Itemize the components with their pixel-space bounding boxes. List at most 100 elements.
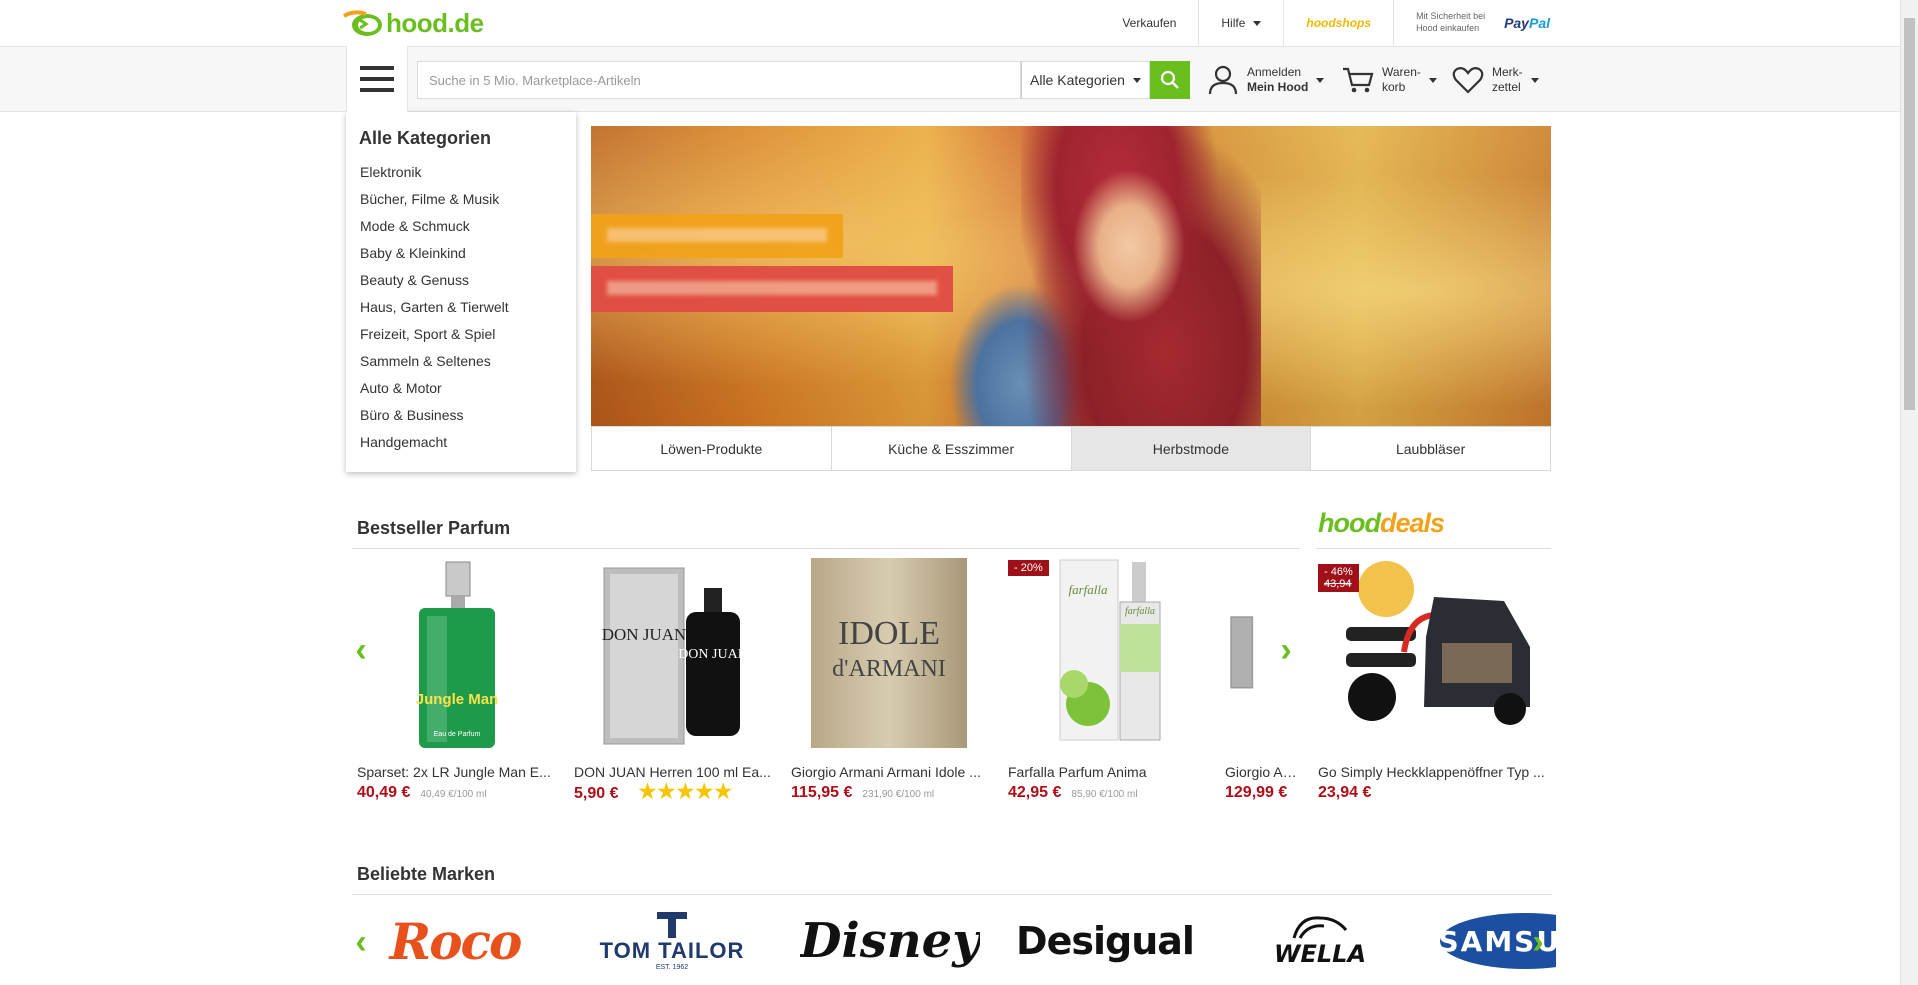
product-image-link[interactable]: DON JUAN DON JUAN	[574, 554, 774, 750]
svg-text:farfalla: farfalla	[1125, 606, 1155, 617]
category-item[interactable]: Bücher, Filme & Musik	[359, 186, 563, 213]
page-scrollbar[interactable]	[1900, 0, 1918, 985]
rating-stars-icon: ★★★★★	[638, 781, 734, 803]
product-image: farfalla farfalla	[1059, 559, 1161, 741]
account-menu[interactable]: Anmelden Mein Hood	[1207, 61, 1325, 99]
unit-price: 231,90 €/100 ml	[862, 789, 935, 800]
product-card[interactable]: - 20% farfalla farfalla Farfalla Parfum …	[1008, 554, 1208, 802]
category-item[interactable]: Haus, Garten & Tierwelt	[359, 294, 563, 321]
chevron-down-icon	[1428, 77, 1437, 83]
category-item[interactable]: Elektronik	[359, 159, 563, 186]
product-image-link[interactable]: IDOLE d'ARMANI	[791, 554, 991, 750]
product-price: 115,95 €231,90 €/100 ml	[791, 784, 935, 801]
hero-tab[interactable]: Küche & Esszimmer	[830, 427, 1071, 470]
hero-tagline-secondary	[591, 266, 953, 312]
brand-disney[interactable]: Disney	[800, 900, 980, 982]
product-card[interactable]: IDOLE d'ARMANI Giorgio Armani Armani Ido…	[791, 554, 991, 802]
chevron-down-icon	[1316, 77, 1325, 83]
svg-text:farfalla: farfalla	[1068, 582, 1108, 597]
brand-wella[interactable]: WELLA	[1260, 900, 1380, 982]
brands-title: Beliebte Marken	[357, 864, 496, 884]
wishlist-button[interactable]: Merk-zettel	[1452, 61, 1539, 99]
svg-text:DON JUAN: DON JUAN	[602, 625, 687, 644]
hooddeals-logo[interactable]: hooddeals	[1318, 508, 1445, 539]
product-name[interactable]: DON JUAN Herren 100 ml Ea...	[574, 764, 774, 780]
unit-price: 85,90 €/100 ml	[1071, 789, 1138, 800]
heart-icon	[1452, 67, 1484, 94]
deal-price: 23,94 €	[1318, 784, 1372, 801]
brand-roco[interactable]: Roco	[355, 900, 555, 982]
my-hood-label[interactable]: Mein Hood	[1247, 80, 1308, 94]
wella-logo-icon	[1292, 916, 1348, 939]
logo-wordmark: hood.de	[386, 7, 484, 38]
product-image: DON JUAN DON JUAN	[602, 567, 748, 745]
category-item[interactable]: Büro & Business	[359, 402, 563, 429]
chevron-down-icon	[1253, 20, 1262, 26]
carousel-next-icon[interactable]: ›	[1274, 630, 1298, 670]
deal-product-image	[1346, 561, 1530, 725]
hero-tab[interactable]: Laubbläser	[1310, 427, 1550, 470]
brand-tom-tailor[interactable]: TOM TAILOR EST. 1962	[592, 900, 752, 982]
product-name[interactable]: Farfalla Parfum Anima	[1008, 764, 1208, 780]
product-image-link[interactable]: Jungle Man Eau de Parfum	[357, 554, 557, 750]
product-card[interactable]: Jungle Man Eau de Parfum Sparset: 2x LR …	[357, 554, 557, 802]
category-item[interactable]: Baby & Kleinkind	[359, 240, 563, 267]
top-bar: hood.de Verkaufen Hilfe hoodshops Mit Si…	[0, 0, 1900, 46]
category-item[interactable]: Sammeln & Seltenes	[359, 348, 563, 375]
svg-text:d'ARMANI: d'ARMANI	[832, 656, 946, 682]
search-box	[417, 61, 1022, 99]
product-card[interactable]: Giorgio Arma 129,99 €	[1225, 554, 1301, 802]
svg-text:Eau de Parfum: Eau de Parfum	[434, 731, 481, 738]
hood-logo[interactable]: hood.de	[342, 6, 484, 40]
chevron-down-icon	[1530, 77, 1539, 83]
svg-text:DON JUAN: DON JUAN	[678, 647, 748, 662]
discount-badge: - 46% 43,94	[1318, 564, 1359, 592]
product-name[interactable]: Giorgio Armani Armani Idole ...	[791, 764, 991, 780]
search-button[interactable]	[1150, 61, 1190, 99]
bestseller-title: Bestseller Parfum	[357, 518, 511, 538]
paypal-badge[interactable]: Mit Sicherheit bei Hood einkaufen PayPal	[1393, 0, 1572, 46]
paypal-logo: PayPal	[1504, 15, 1550, 31]
scrollbar-thumb[interactable]	[1904, 18, 1915, 410]
product-price: 42,95 €85,90 €/100 ml	[1008, 784, 1138, 801]
category-item[interactable]: Handgemacht	[359, 429, 563, 456]
hero-tabs: Löwen-Produkte Küche & Esszimmer Herbstmod…	[591, 426, 1551, 471]
brands-prev-icon[interactable]: ‹	[349, 922, 373, 962]
user-icon	[1208, 65, 1238, 95]
chevron-down-icon	[1132, 77, 1141, 83]
product-card[interactable]: DON JUAN DON JUAN DON JUAN Herren 100 ml…	[574, 554, 774, 803]
category-select[interactable]: Alle Kategorien	[1021, 61, 1150, 99]
unit-price: 40,49 €/100 ml	[420, 789, 487, 800]
login-label[interactable]: Anmelden	[1247, 65, 1301, 79]
category-item[interactable]: Auto & Motor	[359, 375, 563, 402]
hero-tagline-primary	[591, 214, 843, 258]
svg-text:Jungle Man: Jungle Man	[416, 691, 499, 708]
hero-tab[interactable]: Herbstmode	[1070, 427, 1311, 470]
category-item[interactable]: Beauty & Genuss	[359, 267, 563, 294]
search-input[interactable]	[418, 62, 1022, 98]
help-menu[interactable]: Hilfe	[1198, 0, 1283, 46]
product-name[interactable]: Giorgio Arma	[1225, 764, 1301, 780]
brand-desigual[interactable]: Desigual	[1005, 900, 1205, 982]
svg-text:IDOLE: IDOLE	[838, 615, 940, 652]
product-price: 5,90 € ★★★★★	[574, 781, 734, 803]
hoodshops-link[interactable]: hoodshops	[1283, 0, 1393, 46]
top-links: Verkaufen Hilfe hoodshops Mit Sicherheit…	[1100, 0, 1572, 46]
hamburger-menu-icon[interactable]	[346, 46, 408, 112]
brands-next-icon[interactable]: ›	[1526, 922, 1550, 962]
category-item[interactable]: Freizeit, Sport & Spiel	[359, 321, 563, 348]
hero-tab[interactable]: Löwen-Produkte	[592, 427, 831, 470]
deal-image[interactable]: - 46% 43,94	[1318, 554, 1550, 750]
hero-banner[interactable]	[591, 126, 1551, 426]
product-name[interactable]: Sparset: 2x LR Jungle Man E...	[357, 764, 557, 780]
deal-name[interactable]: Go Simply Heckklappenöffner Typ ...	[1318, 764, 1550, 780]
product-image-link[interactable]: - 20% farfalla farfalla	[1008, 554, 1208, 750]
cart-icon	[1343, 67, 1374, 93]
discount-badge: - 20%	[1008, 560, 1049, 576]
category-item[interactable]: Mode & Schmuck	[359, 213, 563, 240]
product-price: 40,49 €40,49 €/100 ml	[357, 784, 487, 801]
cart-button[interactable]: Waren-korb	[1342, 61, 1437, 99]
deal-card[interactable]: - 46% 43,94 Go Simply Heckklappenöffner T…	[1318, 554, 1550, 802]
sell-link[interactable]: Verkaufen	[1100, 0, 1198, 46]
carousel-prev-icon[interactable]: ‹	[349, 630, 373, 670]
